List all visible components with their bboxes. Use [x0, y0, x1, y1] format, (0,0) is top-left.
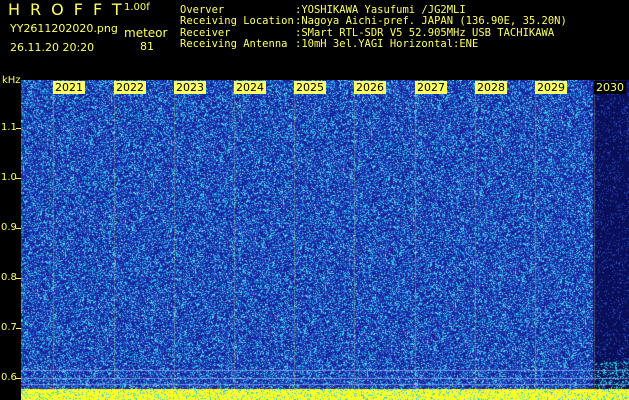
y-tick-label: 0.7 [1, 322, 17, 333]
app-brand: HROFFT [8, 0, 132, 19]
time-label: 2024 [234, 81, 266, 94]
info-label: Receiving Antenna [180, 37, 288, 50]
waterfall-spectrogram [21, 80, 629, 400]
meteor-count: 81 [140, 40, 154, 53]
y-tick-label: 0.9 [1, 222, 17, 233]
observation-mode: meteor [124, 26, 168, 40]
info-value: :10mH 3el.YAGI Horizontal:ENE [295, 37, 479, 50]
y-tick-label: 1.0 [1, 172, 17, 183]
app-version: 1.00f [124, 2, 150, 13]
info-value: :Nagoya Aichi-pref. JAPAN (136.90E, 35.2… [295, 15, 567, 28]
y-tick-label: 0.6 [1, 372, 17, 383]
time-label: 2028 [475, 81, 507, 94]
time-label: 2023 [174, 81, 206, 94]
time-label: 2026 [354, 81, 386, 94]
time-label: 2022 [114, 81, 146, 94]
time-label: 2030 [594, 81, 626, 94]
station-info-panel: Overver :YOSHIKAWA Yasufumi /JG2MLI Rece… [180, 4, 567, 50]
info-label: Receiving Location [180, 15, 294, 28]
y-tick-label: 1.1 [1, 122, 17, 133]
image-filename: YY2611202020.png [10, 22, 118, 35]
time-label: 2029 [535, 81, 567, 94]
station-info-row: Receiving Location :Nagoya Aichi-pref. J… [180, 15, 567, 28]
capture-datetime: 26.11.20 20:20 [10, 41, 95, 54]
time-label: 2021 [53, 81, 85, 94]
time-label: 2027 [415, 81, 447, 94]
y-tick-label: 0.8 [1, 272, 17, 283]
station-info-row: Receiving Antenna :10mH 3el.YAGI Horizon… [180, 37, 567, 50]
time-label: 2025 [294, 81, 326, 94]
